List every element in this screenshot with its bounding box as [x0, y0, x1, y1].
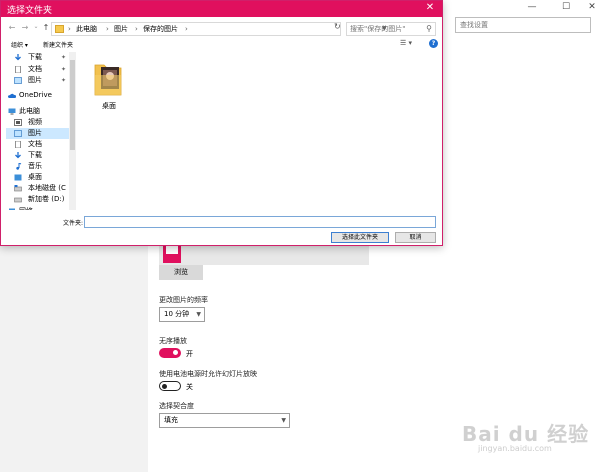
nav-item-desktop[interactable]: 桌面: [6, 172, 69, 183]
download-arrow-icon: [15, 152, 21, 159]
fit-label: 选择契合度: [159, 402, 194, 410]
breadcrumb-separator: ›: [185, 25, 188, 33]
close-icon[interactable]: ✕: [424, 2, 436, 13]
organize-button[interactable]: 组织 ▾: [11, 40, 28, 49]
frequency-select[interactable]: 10 分钟 ▼: [159, 307, 205, 322]
new-folder-button[interactable]: 新建文件夹: [43, 40, 73, 49]
nav-item-music[interactable]: 音乐: [6, 161, 69, 172]
search-icon[interactable]: ⚲: [426, 23, 432, 35]
help-icon[interactable]: ?: [429, 39, 438, 48]
network-icon: [9, 208, 15, 210]
nav-item-network[interactable]: 网络: [6, 206, 69, 210]
toggle-knob: [162, 383, 167, 389]
frequency-label: 更改图片的频率: [159, 296, 208, 304]
address-bar[interactable]: › 此电脑 › 图片 › 保存的图片 › ▼: [51, 22, 387, 36]
picture-preview-panel: [159, 243, 369, 265]
nav-item-downloads[interactable]: 下载: [6, 150, 69, 161]
shuffle-label: 无序播放: [159, 337, 187, 345]
breadcrumb-this-pc[interactable]: 此电脑: [76, 23, 97, 35]
baidu-watermark: Bai du 经验: [462, 422, 590, 446]
command-bar: 组织 ▾ 新建文件夹 ☰ ▾ ?: [1, 39, 442, 51]
nav-item-local-disk-c[interactable]: 本地磁盘 (C: [6, 183, 69, 194]
navigation-scrollbar[interactable]: [69, 52, 76, 210]
shuffle-state: 开: [186, 350, 193, 358]
folder-name-input[interactable]: [84, 216, 436, 228]
battery-slideshow-toggle[interactable]: [159, 381, 181, 391]
refresh-icon[interactable]: ↻: [334, 22, 341, 31]
pin-icon[interactable]: ✦: [61, 64, 66, 75]
frequency-value: 10 分钟: [164, 310, 190, 318]
document-icon: [15, 141, 21, 148]
cancel-button[interactable]: 取消: [395, 232, 436, 243]
cloud-icon: [8, 93, 16, 98]
document-icon: [15, 66, 21, 73]
desktop-icon: [14, 174, 22, 181]
nav-item-pictures[interactable]: 图片: [6, 128, 69, 139]
search-box[interactable]: ⚲: [346, 22, 436, 36]
minimize-button[interactable]: —: [520, 0, 544, 14]
breadcrumb-separator: ›: [106, 25, 109, 33]
nav-item-new-volume-d[interactable]: 新加卷 (D:): [6, 194, 69, 205]
download-arrow-icon: [15, 54, 21, 61]
shuffle-toggle[interactable]: [159, 348, 181, 358]
folder-content-pane: 桌面: [77, 52, 442, 210]
chevron-down-icon: ▼: [281, 417, 286, 424]
view-options-icon[interactable]: ☰ ▾: [400, 39, 412, 47]
nav-item-documents-pinned[interactable]: 文档 ✦: [6, 64, 69, 75]
breadcrumb-saved-pictures[interactable]: 保存的图片: [143, 23, 178, 35]
nav-item-documents[interactable]: 文档: [6, 139, 69, 150]
picture-icon: [14, 130, 22, 137]
drive-icon: [14, 197, 22, 203]
forward-icon[interactable]: →: [20, 23, 30, 32]
pin-icon[interactable]: ✦: [61, 75, 66, 86]
folder-name-label: 文件夹:: [63, 220, 84, 227]
baidu-watermark-url: jingyan.baidu.com: [478, 444, 552, 453]
nav-item-videos[interactable]: 视频: [6, 117, 69, 128]
folder-icon: [94, 64, 122, 96]
browse-button[interactable]: 浏览: [159, 265, 203, 280]
pin-icon[interactable]: ✦: [61, 52, 66, 63]
chevron-down-icon: ▼: [196, 311, 201, 318]
navigation-pane: 下载 ✦ 文档 ✦ 图片 ✦ OneDrive 此电脑 视频 图片 文档 下载 …: [6, 52, 69, 210]
search-input[interactable]: [347, 23, 421, 35]
picture-icon: [14, 77, 22, 84]
folder-label: 桌面: [102, 102, 116, 110]
drive-icon: [14, 185, 22, 192]
fit-select[interactable]: 填充 ▼: [159, 413, 290, 428]
nav-item-pictures-pinned[interactable]: 图片 ✦: [6, 75, 69, 86]
computer-icon: [8, 108, 16, 115]
breadcrumb-separator: ›: [68, 25, 71, 33]
nav-item-onedrive[interactable]: OneDrive: [6, 90, 69, 101]
folder-item-desktop[interactable]: 桌面: [91, 58, 127, 116]
select-folder-dialog: 选择文件夹 ✕ ← → ⌄ ↑ › 此电脑 › 图片 › 保存的图片 › ▼ ↻…: [0, 0, 443, 246]
battery-slideshow-label: 使用电池电源时允许幻灯片放映: [159, 370, 257, 378]
dialog-titlebar: 选择文件夹 ✕: [1, 1, 442, 17]
nav-item-this-pc[interactable]: 此电脑: [6, 106, 69, 117]
close-window-button[interactable]: ✕: [580, 0, 600, 14]
navigation-bar: ← → ⌄ ↑ › 此电脑 › 图片 › 保存的图片 › ▼ ↻ ⚲: [1, 19, 442, 39]
nav-item-downloads-pinned[interactable]: 下载 ✦: [6, 52, 69, 63]
video-icon: [14, 119, 22, 126]
fit-value: 填充: [164, 416, 178, 424]
up-icon[interactable]: ↑: [41, 23, 51, 32]
folder-icon: [55, 25, 64, 33]
battery-slideshow-state: 关: [186, 383, 193, 391]
select-folder-button[interactable]: 选择此文件夹: [331, 232, 389, 243]
music-note-icon: [16, 163, 22, 170]
recent-locations-icon[interactable]: ⌄: [31, 23, 41, 30]
maximize-button[interactable]: ☐: [554, 0, 578, 14]
back-icon[interactable]: ←: [7, 23, 17, 32]
breadcrumb-separator: ›: [135, 25, 138, 33]
find-setting-box[interactable]: [455, 17, 591, 33]
scrollbar-thumb[interactable]: [70, 60, 75, 150]
find-setting-input[interactable]: [460, 18, 590, 32]
dialog-title: 选择文件夹: [7, 6, 53, 16]
breadcrumb-pictures[interactable]: 图片: [114, 23, 128, 35]
toggle-knob: [173, 350, 178, 355]
